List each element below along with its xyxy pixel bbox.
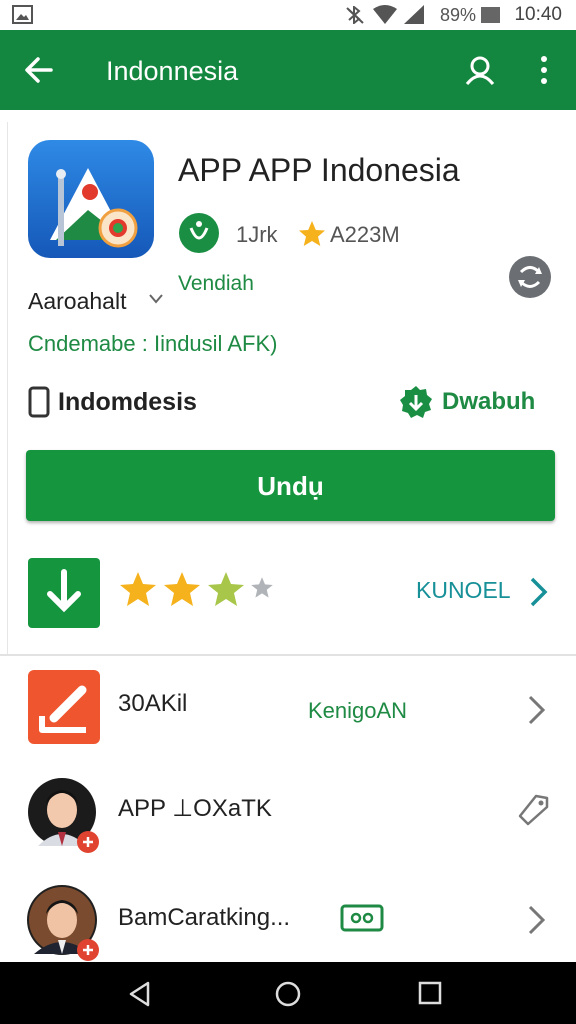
- star-icon: [164, 572, 200, 606]
- install-button[interactable]: Undụ: [26, 450, 555, 521]
- chevron-down-icon[interactable]: [148, 292, 164, 306]
- divider: [0, 654, 576, 656]
- download-link[interactable]: Dwabuh: [442, 388, 535, 416]
- download-count: 1Jrk: [236, 222, 278, 247]
- wifi-icon: [373, 5, 397, 24]
- reviews-link[interactable]: KUNOEL: [416, 577, 511, 604]
- avatar: [28, 778, 99, 853]
- app-bar: Indonnesia: [0, 30, 576, 110]
- clock: 10:40: [514, 4, 562, 25]
- star-icon: [299, 221, 325, 246]
- bluetooth-off-icon: [346, 6, 364, 24]
- age-rating[interactable]: Aaroahalt: [28, 288, 126, 315]
- list-item-label: BamCaratking...: [118, 904, 291, 931]
- developer-badge-icon: [179, 213, 219, 253]
- vendor-link[interactable]: Vendiah: [178, 272, 254, 296]
- arrow-left-icon[interactable]: [24, 55, 54, 85]
- tag-icon[interactable]: [516, 792, 550, 826]
- battery-percent: 89%: [439, 5, 476, 25]
- gallery-icon: [12, 5, 33, 24]
- compatibility-text: Cndemabe : Iindusil AFK): [28, 331, 278, 356]
- more-vert-icon[interactable]: [534, 54, 554, 86]
- phone-icon: [28, 386, 50, 418]
- app-title: APP APP Indonesia: [178, 152, 460, 188]
- star-icon: [120, 572, 156, 606]
- chevron-right-icon[interactable]: [526, 694, 548, 726]
- download-arrow-icon[interactable]: [28, 558, 100, 628]
- app-size: A223M: [330, 222, 400, 247]
- download-badge-icon[interactable]: [398, 384, 434, 420]
- back-icon[interactable]: [126, 980, 154, 1008]
- chevron-right-icon[interactable]: [528, 576, 550, 608]
- status-bar: 89% 10:40: [0, 0, 576, 30]
- system-nav-bar: [0, 962, 576, 1024]
- home-icon[interactable]: [274, 980, 302, 1008]
- share-icon[interactable]: [508, 255, 552, 299]
- recents-icon[interactable]: [418, 981, 442, 1005]
- rating-stars: [120, 572, 273, 606]
- person-search-icon[interactable]: [464, 54, 496, 86]
- list-item-label: 30AKil: [118, 690, 188, 717]
- star-icon: [208, 572, 244, 606]
- star-partial-icon: [251, 577, 273, 598]
- app-logo-icon: [28, 140, 154, 258]
- avatar: [27, 885, 99, 961]
- install-button-label: Undụ: [257, 471, 324, 501]
- chevron-right-icon[interactable]: [526, 904, 548, 936]
- video-badge-icon: [340, 904, 384, 932]
- device-label: Indomdesis: [58, 388, 197, 416]
- battery-icon: [481, 7, 500, 23]
- signal-icon: [404, 5, 424, 24]
- page-title: Indonnesia: [106, 56, 239, 86]
- list-item-label: APP ⊥OXaTK: [118, 795, 272, 822]
- edit-icon: [28, 670, 100, 744]
- list-item-status[interactable]: KenigoAN: [308, 698, 407, 724]
